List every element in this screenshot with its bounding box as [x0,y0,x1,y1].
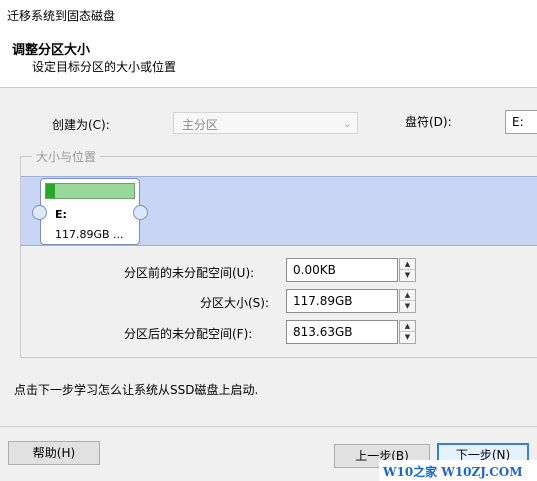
partition-size-spinner[interactable]: ▲ ▼ [399,289,416,313]
info-text: 点击下一步学习怎么让系统从SSD磁盘上启动. [14,383,259,397]
resize-handle-left[interactable] [32,205,47,220]
spin-down-icon[interactable]: ▼ [400,332,415,343]
page-title: 调整分区大小 [12,43,91,58]
partition-size-label: 分区大小(S): [200,296,270,310]
title-bar: 迁移系统到固态磁盘 [0,0,537,30]
unalloc-before-input[interactable]: 0.00KB [286,258,398,282]
unalloc-after-spinner[interactable]: ▲ ▼ [399,320,416,344]
unalloc-before-label: 分区前的未分配空间(U): [124,266,255,280]
partition-usage-bar [45,183,135,199]
create-as-dropdown[interactable]: 主分区 ⌄ [173,112,358,134]
spin-up-icon[interactable]: ▲ [400,259,415,270]
partition-size-text: 117.89GB ... [55,228,124,241]
page-subtitle: 设定目标分区的大小或位置 [32,60,177,74]
drive-letter-dropdown[interactable]: E: [505,110,537,134]
partition-usage-fill [46,184,55,198]
unalloc-after-input[interactable]: 813.63GB [286,320,398,344]
partition-letter: E: [55,208,67,221]
create-as-value: 主分区 [182,118,219,132]
size-position-group-title: 大小与位置 [32,148,101,165]
spin-up-icon[interactable]: ▲ [400,290,415,301]
footer-divider [0,426,537,427]
drive-letter-value: E: [512,115,524,129]
unalloc-before-spinner[interactable]: ▲ ▼ [399,258,416,282]
window-title: 迁移系统到固态磁盘 [7,9,116,23]
spin-down-icon[interactable]: ▼ [400,270,415,281]
help-button[interactable]: 帮助(H) [8,441,100,465]
create-as-label: 创建为(C): [52,118,110,132]
unalloc-after-label: 分区后的未分配空间(F): [124,327,253,341]
watermark-logo: W10之家 W10ZJ.COM [379,460,537,481]
resize-handle-right[interactable] [133,205,148,220]
spin-down-icon[interactable]: ▼ [400,301,415,312]
partition-size-input[interactable]: 117.89GB [286,289,398,313]
partition-block[interactable]: E: 117.89GB ... [40,178,140,245]
spin-up-icon[interactable]: ▲ [400,321,415,332]
drive-letter-label: 盘符(D): [405,115,452,129]
wizard-header: 调整分区大小 设定目标分区的大小或位置 [0,30,537,88]
partition-usage-fill-light [54,184,134,198]
chevron-down-icon: ⌄ [342,117,352,130]
